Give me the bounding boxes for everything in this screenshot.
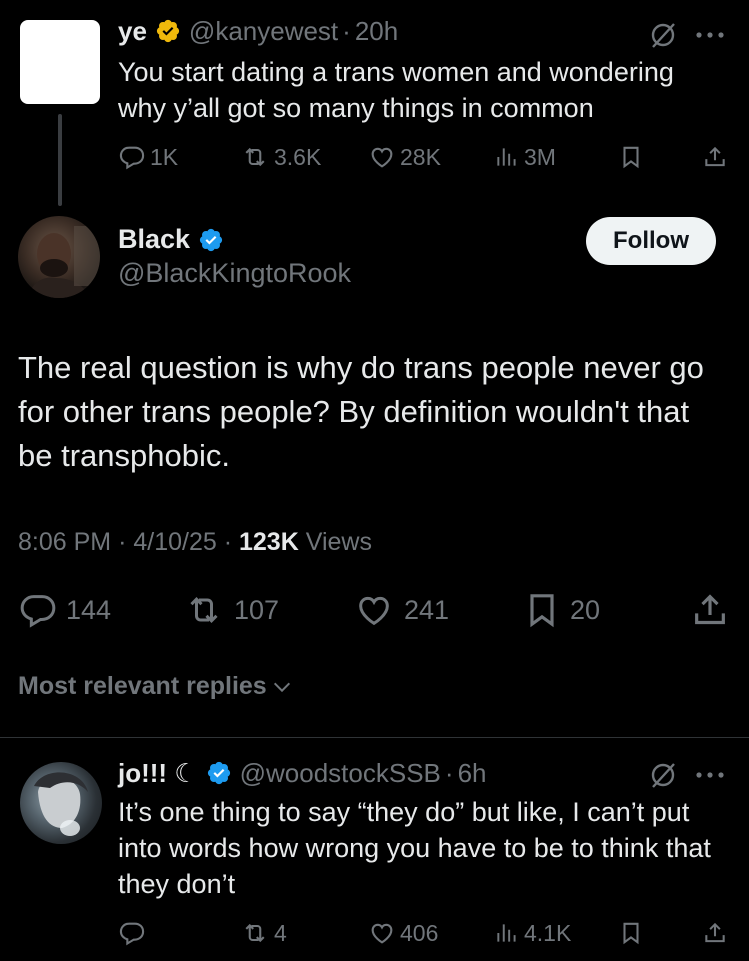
heart-icon [371,923,393,944]
main-action-bar: 144 107 241 20 [18,588,730,632]
bookmark-icon [623,146,639,169]
parent-repost-button[interactable]: 3.6K [240,142,321,172]
repost-icon [190,597,218,623]
parent-author-name[interactable]: ye [118,16,147,47]
parent-bookmark-button[interactable] [618,142,644,172]
reply-reply-button[interactable] [118,918,146,948]
heart-icon [371,147,393,168]
parent-avatar[interactable] [20,20,100,104]
parent-like-count: 28K [400,143,441,170]
reply-header: jo!!! ☾ @woodstockSSB · 6h [118,756,486,790]
parent-views-button[interactable]: 3M [494,142,556,172]
share-icon [705,922,725,943]
divider [0,737,749,738]
parent-tweet-text: You start dating a trans women and wonde… [118,57,674,123]
parent-share-button[interactable] [702,142,728,172]
meta-separator: · [118,528,127,556]
reply-sort-dropdown[interactable]: Most relevant replies [18,672,293,701]
parent-reply-count: 1K [150,143,179,170]
parent-like-button[interactable]: 28K [368,142,441,172]
reply-action-bar: 4 406 4.1K [118,918,730,948]
verified-badge-icon [199,228,223,251]
share-icon [695,594,725,625]
post-page: ye @kanyewest · 20h You start dating a t… [0,0,749,961]
views-icon [497,148,516,166]
parent-separator: · [342,15,351,46]
main-author-handle[interactable]: @BlackKingtoRook [118,258,351,289]
thread-line [58,114,62,206]
reply-author-handle[interactable]: @woodstockSSB [240,758,441,789]
tweet-meta: 8:06 PM · 4/10/25 · 123K Views [18,528,372,557]
parent-author-handle[interactable]: @kanyewest [189,16,338,47]
grok-icon[interactable] [648,760,678,790]
parent-view-count: 3M [524,143,556,170]
grok-icon[interactable] [648,20,678,50]
meta-separator: · [223,528,233,556]
main-author-name-row: Black [118,224,232,255]
parent-action-bar: 1K 3.6K 28K 3M [118,142,730,172]
reply-icon [119,146,145,170]
tweet-views-label: Views [305,528,372,556]
reply-author-name[interactable]: jo!!! ☾ [118,758,198,789]
main-reply-button[interactable]: 144 [18,588,111,632]
parent-repost-count: 3.6K [274,143,322,170]
bookmark-icon [530,594,554,628]
verified-badge-icon [207,761,230,785]
reply-share-button[interactable] [702,918,728,948]
reply-bookmark-button[interactable] [618,918,644,948]
main-tweet-text: The real question is why do trans people… [18,350,704,473]
reply-text: It’s one thing to say “they do” but like… [118,797,711,899]
chevron-down-icon [273,682,290,692]
reply-author-avatar[interactable] [20,762,102,844]
main-repost-button[interactable]: 107 [182,588,279,632]
repost-icon [245,923,265,943]
avatar-photo [34,772,88,836]
parent-reply-button[interactable]: 1K [118,142,178,172]
follow-button[interactable]: Follow [586,217,716,265]
main-repost-count: 107 [234,594,280,625]
tweet-view-count: 123K [239,528,299,556]
repost-icon [245,147,265,167]
heart-icon [359,596,389,626]
reply-repost-button[interactable]: 4 [240,918,287,948]
more-icon[interactable] [694,770,726,780]
main-bookmark-button[interactable]: 20 [522,588,600,632]
reply-like-button[interactable]: 406 [368,918,438,948]
reply-icon [119,922,145,946]
main-like-count: 241 [404,594,450,625]
reply-timestamp[interactable]: 6h [458,758,487,789]
tweet-time[interactable]: 8:06 PM [18,528,111,556]
more-icon[interactable] [694,30,726,40]
share-icon [705,146,725,167]
main-reply-count: 144 [66,594,112,625]
reply-separator: · [444,757,454,788]
avatar-photo [28,226,100,298]
main-author-avatar[interactable] [18,216,100,298]
reply-views-button[interactable]: 4.1K [494,918,571,948]
bookmark-icon [623,922,639,945]
main-like-button[interactable]: 241 [352,588,449,632]
reply-like-count: 406 [400,919,439,946]
reply-sort-label: Most relevant replies [18,672,267,700]
reply-view-count: 4.1K [524,919,572,946]
main-author-name[interactable]: Black [118,224,190,255]
parent-header: ye @kanyewest · 20h [118,14,398,48]
reply-icon [20,595,56,628]
views-icon [497,924,516,942]
gold-verified-badge-icon [156,19,180,43]
parent-timestamp[interactable]: 20h [355,16,398,47]
main-bookmark-count: 20 [570,594,601,625]
main-share-button[interactable] [690,588,730,632]
reply-repost-count: 4 [274,919,287,946]
tweet-date[interactable]: 4/10/25 [133,528,216,556]
